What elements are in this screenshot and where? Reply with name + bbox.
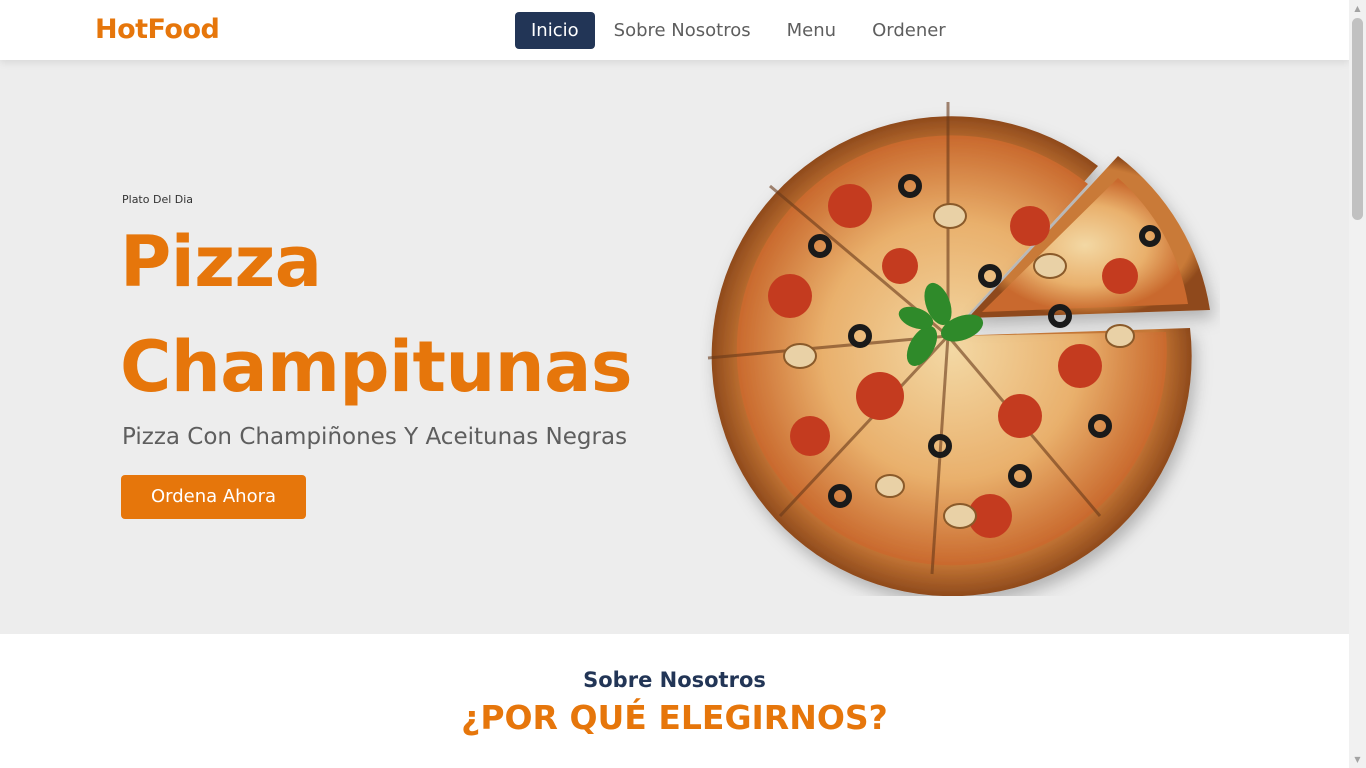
nav-item-sobre-nosotros[interactable]: Sobre Nosotros — [595, 12, 769, 49]
page: HotFood Inicio Sobre Nosotros Menu Orden… — [0, 0, 1349, 768]
brand-logo[interactable]: HotFood — [95, 14, 220, 45]
main-nav: Inicio Sobre Nosotros Menu Ordener — [515, 12, 964, 49]
hero-section: Plato Del Dia Pizza Champitunas Pizza Co… — [0, 60, 1349, 634]
scroll-down-arrow-icon[interactable]: ▼ — [1349, 751, 1366, 768]
about-label: Sobre Nosotros — [583, 668, 766, 692]
hero-kicker: Plato Del Dia — [122, 193, 194, 206]
hero-title-line-1: Pizza — [120, 221, 322, 303]
vertical-scrollbar[interactable]: ▲ ▼ — [1349, 0, 1366, 768]
nav-item-ordener[interactable]: Ordener — [854, 12, 964, 49]
navbar: HotFood Inicio Sobre Nosotros Menu Orden… — [0, 0, 1349, 60]
hero-title-line-2: Champitunas — [120, 326, 633, 408]
nav-item-menu[interactable]: Menu — [769, 12, 854, 49]
scroll-thumb[interactable] — [1352, 18, 1363, 220]
about-title: ¿POR QUÉ ELEGIRNOS? — [461, 698, 888, 737]
hero-title: Pizza Champitunas — [120, 210, 633, 420]
order-now-button[interactable]: Ordena Ahora — [121, 475, 306, 519]
pizza-image — [700, 96, 1220, 596]
scroll-up-arrow-icon[interactable]: ▲ — [1349, 0, 1366, 17]
hero-subtitle: Pizza Con Champiñones Y Aceitunas Negras — [122, 424, 628, 450]
nav-item-inicio[interactable]: Inicio — [515, 12, 595, 49]
